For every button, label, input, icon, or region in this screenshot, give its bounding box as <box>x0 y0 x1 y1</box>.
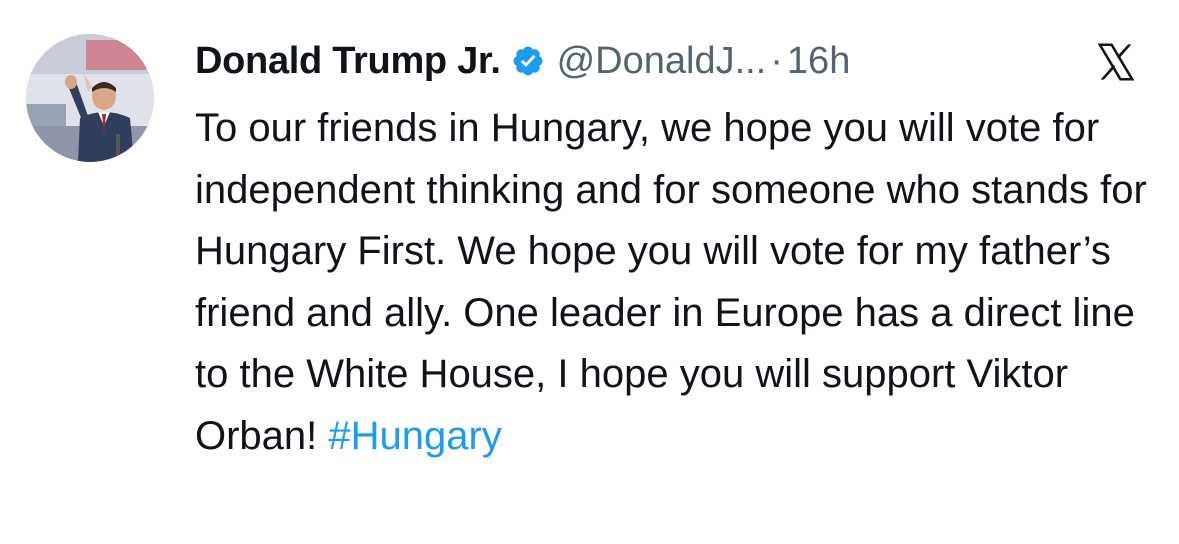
tweet-text: To our friends in Hungary, we hope you w… <box>195 98 1155 467</box>
timestamp[interactable]: 16h <box>787 40 850 83</box>
verified-badge-icon <box>513 46 543 76</box>
tweet-header: Donald Trump Jr. @DonaldJ... · 16h <box>195 36 850 86</box>
separator-dot: · <box>770 39 783 82</box>
hashtag-link[interactable]: #Hungary <box>328 414 501 458</box>
x-logo-icon[interactable] <box>1092 40 1140 84</box>
avatar-photo-icon <box>26 34 154 162</box>
tweet-card[interactable]: Donald Trump Jr. @DonaldJ... · 16h To ou… <box>0 0 1179 544</box>
avatar[interactable] <box>26 34 154 162</box>
author-name[interactable]: Donald Trump Jr. <box>195 40 501 83</box>
tweet-body: To our friends in Hungary, we hope you w… <box>195 106 1147 458</box>
author-handle[interactable]: @DonaldJ... <box>557 40 767 83</box>
